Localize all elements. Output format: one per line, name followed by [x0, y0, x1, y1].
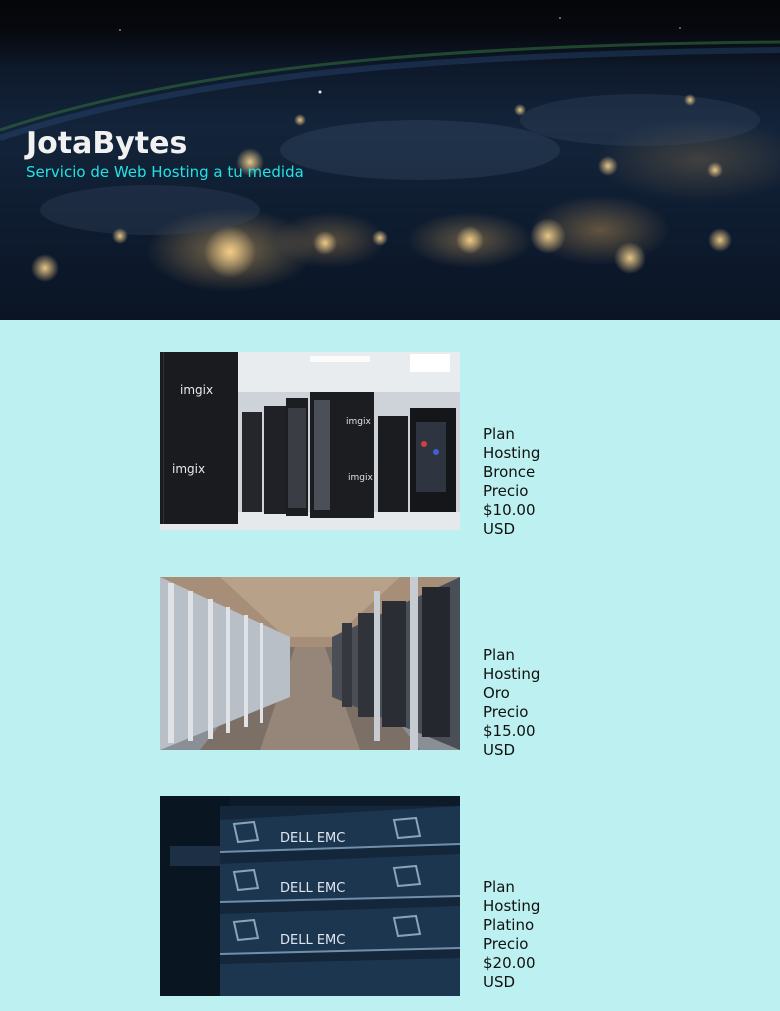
imgix-logo: imgix — [172, 462, 205, 476]
server-room-image: imgix imgix imgix imgix — [160, 352, 460, 530]
site-title[interactable]: JotaBytes — [26, 126, 304, 162]
brand-block: JotaBytes Servicio de Web Hosting a tu m… — [26, 126, 304, 182]
imgix-logo: imgix — [346, 417, 371, 427]
plan-price: Precio $15.00 USD — [483, 703, 536, 759]
plan-price: Precio $10.00 USD — [483, 482, 536, 538]
plan-image-oro — [160, 577, 460, 750]
plan-price: Precio $20.00 USD — [483, 935, 536, 991]
plan-image-bronce: imgix imgix imgix imgix — [160, 352, 460, 530]
site-tagline: Servicio de Web Hosting a tu medida — [26, 163, 304, 181]
dell-emc-logo: DELL EMC — [280, 831, 345, 846]
site-title-bold: Jota — [26, 126, 93, 161]
plan-info-bronce: Plan Hosting Bronce Precio $10.00 USD — [483, 425, 540, 539]
imgix-logo: imgix — [180, 383, 213, 397]
plan-info-oro: Plan Hosting Oro Precio $15.00 USD — [483, 646, 540, 760]
plan-name: Plan Hosting Bronce — [483, 425, 541, 481]
datacenter-aisle-image — [160, 577, 460, 750]
plan-name: Plan Hosting Platino — [483, 878, 541, 934]
hero-banner: JotaBytes Servicio de Web Hosting a tu m… — [0, 0, 780, 320]
plan-info-platino: Plan Hosting Platino Precio $20.00 USD — [483, 878, 540, 992]
imgix-logo: imgix — [348, 473, 373, 483]
plan-name: Plan Hosting Oro — [483, 646, 541, 702]
site-title-rest: Bytes — [92, 126, 188, 161]
dell-servers-image: DELL EMC DELL EMC DELL EMC — [160, 796, 460, 996]
plan-image-platino: DELL EMC DELL EMC DELL EMC — [160, 796, 460, 996]
dell-emc-logo: DELL EMC — [280, 881, 345, 896]
dell-emc-logo: DELL EMC — [280, 933, 345, 948]
